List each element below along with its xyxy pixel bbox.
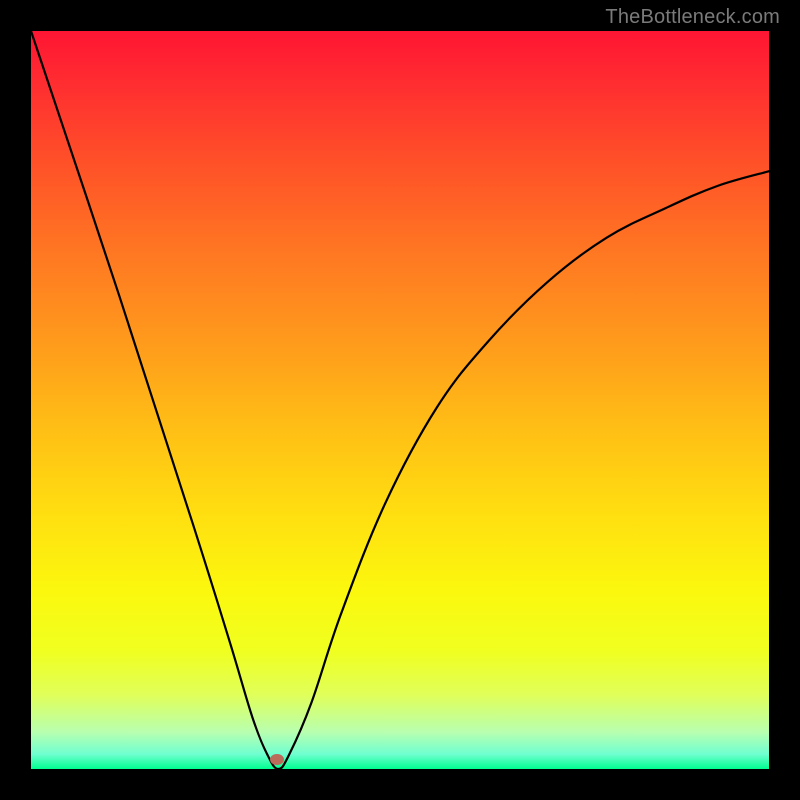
- plot-area: [31, 31, 769, 769]
- curve-layer: [31, 31, 769, 769]
- watermark-text: TheBottleneck.com: [605, 6, 780, 29]
- bottleneck-curve: [31, 31, 769, 769]
- optimum-marker: [270, 754, 284, 765]
- chart-frame: TheBottleneck.com: [0, 0, 800, 800]
